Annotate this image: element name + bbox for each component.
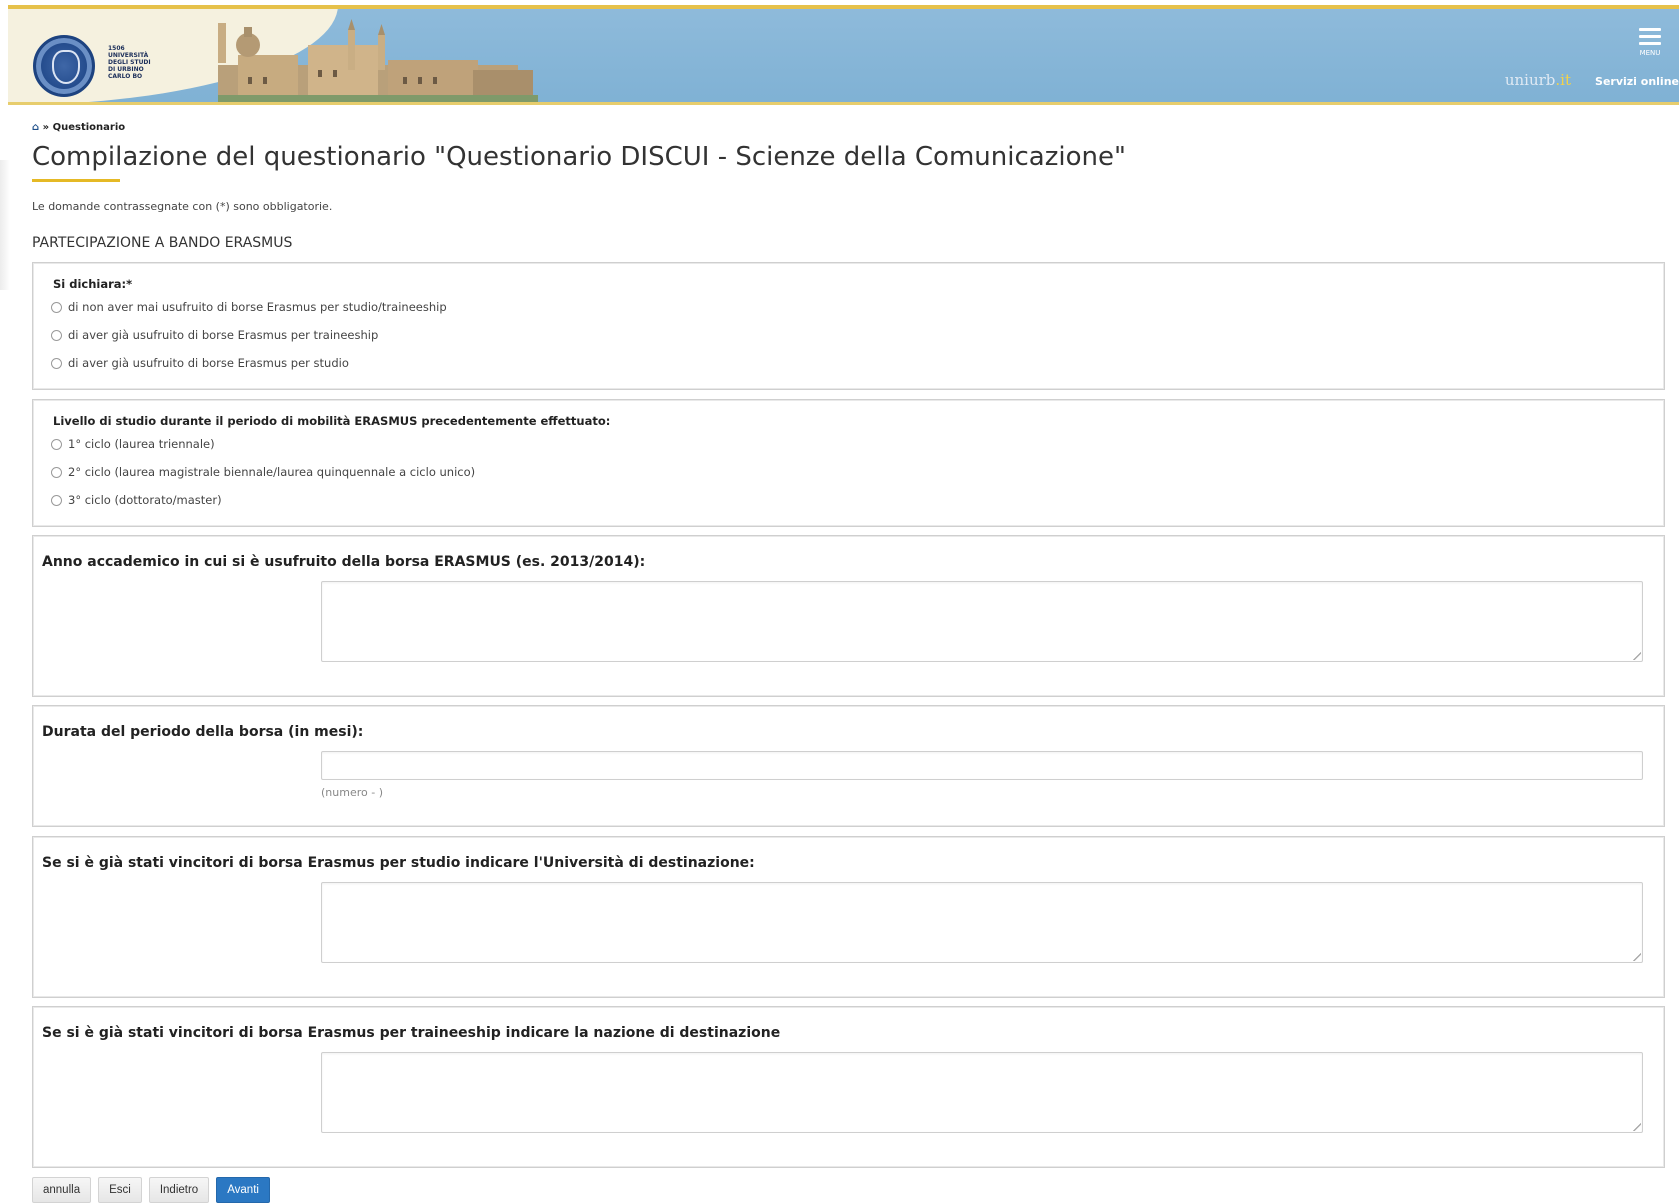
title-underline (32, 179, 120, 182)
avanti-button[interactable]: Avanti (216, 1177, 270, 1203)
breadcrumb-current: Questionario (52, 122, 126, 133)
radio-option-3[interactable]: 3° ciclo (dottorato/master) (51, 492, 222, 508)
durata-input[interactable] (321, 751, 1643, 780)
radio-button[interactable] (51, 301, 62, 313)
servizi-online-link[interactable]: Servizi online (1595, 75, 1679, 88)
radio-option-2[interactable]: di aver già usufruito di borse Erasmus p… (51, 327, 378, 343)
question-label: Durata del periodo della borsa (in mesi)… (42, 724, 364, 740)
question-panel-livello-studio: Livello di studio durante il periodo di … (32, 399, 1665, 527)
question-label: Livello di studio durante il periodo di … (53, 414, 611, 428)
question-panel-anno-accademico: Anno accademico in cui si è usufruito de… (32, 535, 1665, 697)
radio-option-1[interactable]: 1° ciclo (laurea triennale) (51, 436, 215, 452)
breadcrumb: ⌂ » Questionario (32, 122, 126, 133)
menu-label: MENU (1639, 49, 1661, 57)
question-panel-nazione-destinazione: Se si è già stati vincitori di borsa Era… (32, 1006, 1665, 1168)
radio-button[interactable] (51, 466, 62, 478)
question-label: Se si è già stati vincitori di borsa Era… (42, 1025, 781, 1041)
section-title: PARTECIPAZIONE A BANDO ERASMUS (32, 235, 293, 251)
radio-button[interactable] (51, 494, 62, 506)
home-icon[interactable]: ⌂ (32, 122, 39, 133)
mandatory-note: Le domande contrassegnate con (*) sono o… (32, 200, 333, 213)
nazione-destinazione-textarea[interactable] (321, 1052, 1643, 1133)
radio-option-2[interactable]: 2° ciclo (laurea magistrale biennale/lau… (51, 464, 475, 480)
question-label: Si dichiara:* (53, 277, 133, 291)
university-seal-logo[interactable] (33, 35, 95, 97)
esci-button[interactable]: Esci (98, 1177, 142, 1203)
anno-accademico-textarea[interactable] (321, 581, 1643, 662)
header-top-line (8, 5, 1679, 9)
radio-option-3[interactable]: di aver già usufruito di borse Erasmus p… (51, 355, 349, 371)
uniurb-link[interactable]: uniurb.it (1505, 71, 1571, 89)
radio-button[interactable] (51, 329, 62, 341)
input-hint: (numero - ) (321, 786, 383, 799)
header-bottom-line (8, 102, 1679, 105)
resize-handle-icon[interactable] (1633, 652, 1641, 660)
universita-destinazione-textarea[interactable] (321, 882, 1643, 963)
indietro-button[interactable]: Indietro (148, 1177, 210, 1203)
question-panel-universita-destinazione: Se si è già stati vincitori di borsa Era… (32, 836, 1665, 998)
page-title: Compilazione del questionario "Questiona… (32, 142, 1126, 172)
site-header: 1506 UNIVERSITÀ DEGLI STUDI DI URBINO CA… (8, 5, 1679, 105)
palazzo-ducale-image (218, 19, 538, 103)
menu-button[interactable]: MENU (1637, 28, 1663, 62)
annulla-button[interactable]: annulla (32, 1177, 92, 1203)
university-logo-text: 1506 UNIVERSITÀ DEGLI STUDI DI URBINO CA… (108, 45, 151, 80)
form-buttons: annulla Esci Indietro Avanti (32, 1177, 270, 1203)
radio-option-1[interactable]: di non aver mai usufruito di borse Erasm… (51, 299, 447, 315)
radio-button[interactable] (51, 357, 62, 369)
question-label: Se si è già stati vincitori di borsa Era… (42, 855, 755, 871)
resize-handle-icon[interactable] (1633, 953, 1641, 961)
question-panel-dichiara: Si dichiara:* di non aver mai usufruito … (32, 262, 1665, 390)
left-edge-shadow (0, 160, 10, 290)
hamburger-icon (1639, 28, 1661, 31)
resize-handle-icon[interactable] (1633, 1123, 1641, 1131)
radio-button[interactable] (51, 438, 62, 450)
question-label: Anno accademico in cui si è usufruito de… (42, 554, 646, 570)
question-panel-durata: Durata del periodo della borsa (in mesi)… (32, 705, 1665, 827)
